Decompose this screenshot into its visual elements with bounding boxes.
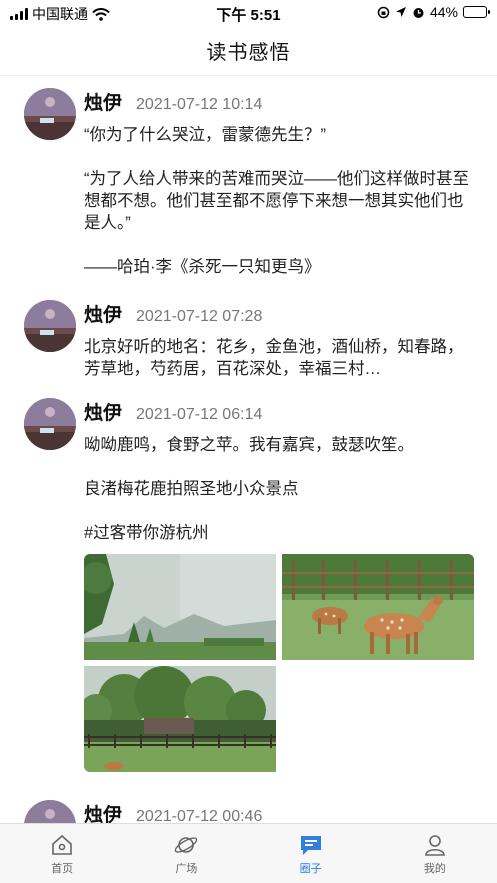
chat-icon: [300, 835, 321, 855]
location-icon: [395, 7, 406, 17]
status-bar: 中国联通 下午 5:51 44%: [0, 0, 497, 26]
post-paragraph: “为了人给人带来的苦难而哭泣——他们这样做时甚至想都不想。他们甚至都不愿停下来想…: [84, 170, 469, 232]
avatar-image: [24, 398, 76, 450]
tab-label: 我的: [423, 862, 446, 875]
avatar-image: [24, 800, 76, 823]
rotation-lock-icon: [377, 6, 390, 18]
post-feed[interactable]: 烛伊 2021-07-12 10:14 “你为了什么哭泣，雷蒙德先生？” “为了…: [0, 76, 497, 823]
avatar[interactable]: [24, 398, 76, 450]
status-right: 44%: [377, 4, 490, 20]
tab-circle[interactable]: 圈子: [249, 824, 373, 883]
tab-home[interactable]: 首页: [0, 824, 124, 883]
farm-fence-photo[interactable]: [84, 666, 276, 772]
hashtag-link[interactable]: #过客带你游杭州: [84, 522, 475, 544]
post-time: 2021-07-12 00:46: [136, 808, 263, 823]
post-content[interactable]: 北京好听的地名：花乡，金鱼池，酒仙桥，知春路，芳草地，芍药居，百花深处，幸福三村…: [84, 336, 475, 380]
post-paragraph: ——哈珀·李《杀死一只知更鸟》: [84, 258, 321, 276]
post-content[interactable]: “你为了什么哭泣，雷蒙德先生？” “为了人给人带来的苦难而哭泣——他们这样做时甚…: [84, 124, 475, 278]
post-paragraph: 北京好听的地名：花乡，金鱼池，酒仙桥，知春路，芳草地，芍药居，百花深处，幸福三村…: [84, 338, 464, 378]
tab-bar: 首页 广场 圈子 我的: [0, 823, 497, 883]
home-icon: [52, 834, 72, 855]
tab-mine[interactable]: 我的: [373, 824, 497, 883]
avatar-image: [24, 88, 76, 140]
alarm-icon: [413, 7, 424, 18]
avatar-image: [24, 300, 76, 352]
post-paragraph: 良渚梅花鹿拍照圣地小众景点: [84, 480, 299, 498]
post-header: 烛伊 2021-07-12 06:14: [84, 398, 475, 426]
battery-percent: 44%: [429, 4, 458, 20]
header: 读书感悟: [0, 26, 497, 76]
battery-icon: [463, 6, 490, 18]
tab-label: 首页: [51, 862, 74, 875]
post-paragraph: 呦呦鹿鸣，食野之苹。我有嘉宾，鼓瑟吹笙。: [84, 436, 414, 454]
author-name[interactable]: 烛伊: [84, 88, 122, 115]
user-icon: [425, 834, 445, 856]
misty-trees-photo[interactable]: [84, 554, 276, 660]
post-item[interactable]: 烛伊 2021-07-12 07:28 北京好听的地名：花乡，金鱼池，酒仙桥，知…: [0, 300, 497, 380]
deer-photo[interactable]: [282, 554, 474, 660]
tab-square[interactable]: 广场: [124, 824, 248, 883]
photo-grid: [84, 554, 474, 772]
post-header: 烛伊 2021-07-12 00:46: [84, 800, 475, 823]
avatar[interactable]: [24, 300, 76, 352]
avatar[interactable]: [24, 88, 76, 140]
post-header: 烛伊 2021-07-12 10:14: [84, 88, 475, 116]
post-item[interactable]: 烛伊 2021-07-12 10:14 “你为了什么哭泣，雷蒙德先生？” “为了…: [0, 88, 497, 278]
author-name[interactable]: 烛伊: [84, 300, 122, 327]
post-time: 2021-07-12 06:14: [136, 406, 263, 423]
avatar[interactable]: [24, 800, 76, 823]
post-header: 烛伊 2021-07-12 07:28: [84, 300, 475, 328]
page-title: 读书感悟: [206, 42, 291, 64]
author-name[interactable]: 烛伊: [84, 800, 122, 823]
post-paragraph: “你为了什么哭泣，雷蒙德先生？”: [84, 126, 326, 144]
planet-icon: [175, 836, 198, 853]
post-time: 2021-07-12 10:14: [136, 96, 263, 113]
tab-label: 圈子: [299, 862, 322, 875]
post-item[interactable]: 烛伊 2021-07-12 00:46: [0, 800, 497, 823]
tab-label: 广场: [175, 862, 198, 875]
post-content[interactable]: 呦呦鹿鸣，食野之苹。我有嘉宾，鼓瑟吹笙。 良渚梅花鹿拍照圣地小众景点 #过客带你…: [84, 434, 475, 544]
post-time: 2021-07-12 07:28: [136, 308, 263, 325]
author-name[interactable]: 烛伊: [84, 398, 122, 425]
post-item[interactable]: 烛伊 2021-07-12 06:14 呦呦鹿鸣，食野之苹。我有嘉宾，鼓瑟吹笙。…: [0, 398, 497, 772]
